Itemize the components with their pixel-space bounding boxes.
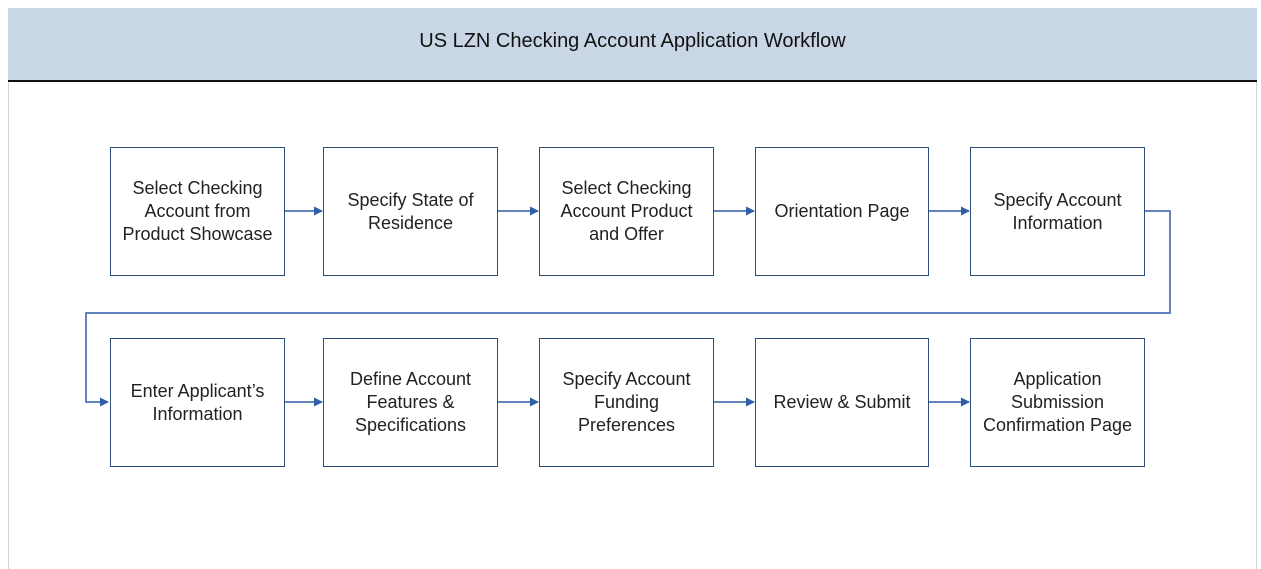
step-orientation-page: Orientation Page: [755, 147, 929, 276]
step-label: Orientation Page: [774, 201, 910, 221]
step-define-account-features: Define Account Features & Specifications: [323, 338, 498, 467]
step-enter-applicant-information: Enter Applicant’s Information: [110, 338, 285, 467]
step-specify-state: Specify State of Residence: [323, 147, 498, 276]
step-label: Application Submission Confirmation Page: [982, 369, 1133, 435]
step-submission-confirmation: Application Submission Confirmation Page: [970, 338, 1145, 467]
step-label: Specify Account Information: [993, 189, 1122, 233]
step-review-submit: Review & Submit: [755, 338, 929, 467]
step-specify-funding-preferences: Specify Account Funding Preferences: [539, 338, 714, 467]
step-label: Enter Applicant’s Information: [130, 380, 265, 424]
step-label: Select Checking Account Product and Offe…: [560, 178, 693, 244]
step-label: Specify State of Residence: [347, 189, 474, 233]
step-label: Select Checking Account from Product Sho…: [122, 178, 273, 244]
step-specify-account-information: Specify Account Information: [970, 147, 1145, 276]
step-label: Define Account Features & Specifications: [349, 369, 472, 435]
connector-layer: [85, 206, 1171, 407]
step-select-checking-account: Select Checking Account from Product Sho…: [110, 147, 285, 276]
step-select-product-offer: Select Checking Account Product and Offe…: [539, 147, 714, 276]
step-label: Review & Submit: [773, 392, 911, 412]
step-label: Specify Account Funding Preferences: [562, 369, 691, 435]
